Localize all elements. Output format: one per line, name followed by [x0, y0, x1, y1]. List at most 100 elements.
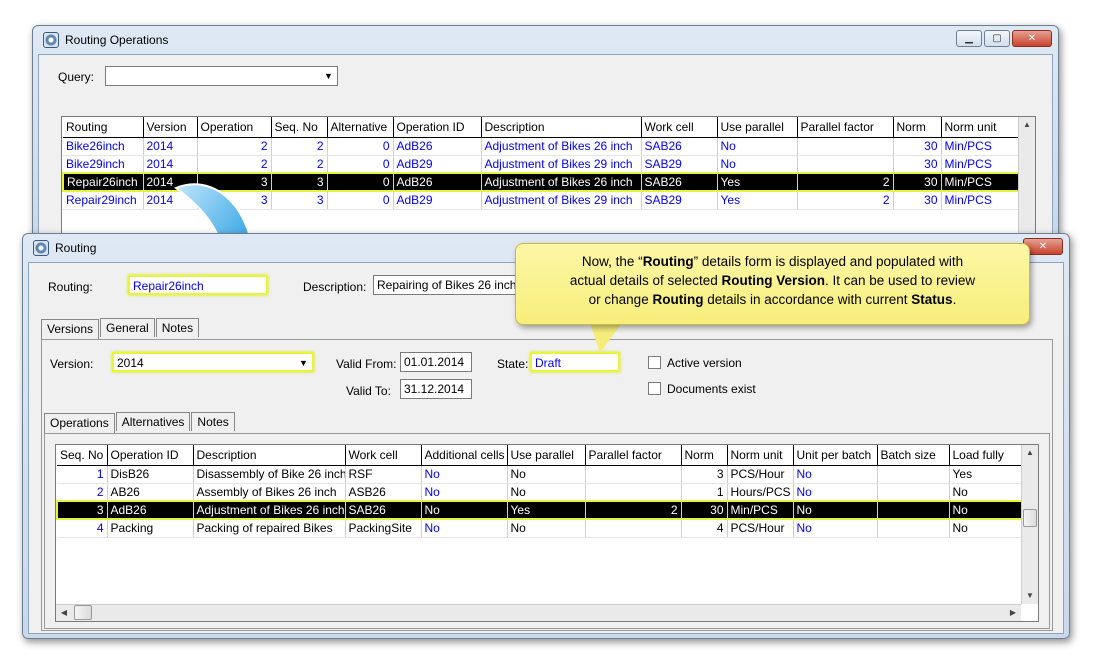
tab-notes[interactable]: Notes [155, 318, 200, 337]
routing-operations-titlebar: Routing Operations [43, 32, 168, 48]
scroll-thumb[interactable] [1023, 509, 1037, 527]
chevron-down-icon[interactable]: ▼ [321, 68, 336, 84]
tab-general[interactable]: General [100, 318, 155, 337]
column-header[interactable]: Work cell [345, 445, 422, 466]
tab-versions[interactable]: Versions [41, 319, 100, 340]
routing-operations-detail-grid[interactable]: Seq. No Operation ID Description Work ce… [55, 444, 1039, 622]
valid-to-value: 31.12.2014 [404, 382, 465, 396]
description-field[interactable]: Repairing of Bikes 26 inch [373, 275, 519, 295]
cell-alternative: 0 [327, 172, 394, 192]
gear-icon [33, 240, 49, 256]
cell-seq-no: 2 [271, 137, 328, 156]
column-header[interactable]: Unit per batch [793, 445, 878, 466]
column-header[interactable]: Norm unit [941, 117, 1022, 138]
query-select[interactable]: ▼ [105, 66, 338, 86]
cell-work-cell: RSF [345, 465, 422, 484]
cell-seq-no: 1 [57, 465, 108, 484]
cell-work-cell: SAB26 [641, 172, 718, 192]
cell-norm: 30 [893, 191, 942, 210]
scroll-left-icon[interactable]: ◀ [56, 605, 72, 621]
column-header[interactable]: Norm [681, 445, 728, 466]
column-header[interactable]: Operation ID [393, 117, 482, 138]
cell-use-parallel: No [507, 483, 586, 502]
column-header[interactable]: Parallel factor [585, 445, 682, 466]
table-row[interactable]: 1 DisB26 Disassembly of Bike 26 inch RSF… [57, 465, 1024, 484]
cell-norm: 30 [681, 500, 728, 520]
column-header[interactable]: Norm unit [727, 445, 794, 466]
documents-exist-checkbox[interactable] [648, 382, 661, 395]
cell-parallel-factor [585, 465, 682, 484]
cell-load-fully: No [949, 519, 1024, 538]
column-header[interactable]: Seq. No [57, 445, 108, 466]
cell-version: 2014 [143, 137, 198, 156]
cell-operation-id: AB26 [107, 483, 194, 502]
active-version-checkbox[interactable] [648, 356, 661, 369]
tab-operations[interactable]: Operations [44, 413, 115, 434]
column-header[interactable]: Seq. No [271, 117, 328, 138]
cell-operation-id: AdB26 [107, 500, 194, 520]
cell-description: Adjustment of Bikes 26 inch [193, 500, 346, 520]
valid-to-field[interactable]: 31.12.2014 [400, 379, 472, 399]
column-header[interactable]: Operation [197, 117, 272, 138]
column-header[interactable]: Additional cells [421, 445, 508, 466]
cell-norm: 30 [893, 155, 942, 174]
valid-from-label: Valid From: [336, 357, 397, 371]
table-row-selected[interactable]: 3 AdB26 Adjustment of Bikes 26 inch SAB2… [56, 500, 1024, 520]
cell-seq-no: 4 [57, 519, 108, 538]
cell-load-fully: No [949, 483, 1024, 502]
valid-from-field[interactable]: 01.01.2014 [400, 352, 472, 372]
cell-use-parallel: Yes [717, 172, 798, 192]
cell-operation-id: AdB29 [393, 155, 482, 174]
tab-version-notes[interactable]: Notes [191, 412, 235, 431]
vertical-scrollbar[interactable]: ▲ ▼ [1021, 445, 1038, 604]
column-header[interactable]: Routing [63, 117, 144, 138]
cell-work-cell: PackingSite [345, 519, 422, 538]
table-header-row: Seq. No Operation ID Description Work ce… [57, 445, 1024, 466]
column-header[interactable]: Alternative [327, 117, 394, 138]
cell-additional-cells: No [421, 519, 508, 538]
cell-routing: Repair29inch [63, 191, 144, 210]
chevron-down-icon[interactable]: ▼ [296, 355, 311, 369]
cell-description: Adjustment of Bikes 29 inch [481, 155, 642, 174]
cell-parallel-factor [585, 483, 682, 502]
cell-work-cell: SAB29 [641, 155, 718, 174]
column-header[interactable]: Version [143, 117, 198, 138]
column-header[interactable]: Use parallel [507, 445, 586, 466]
horizontal-scrollbar[interactable]: ◀ ▶ [56, 604, 1021, 621]
column-header[interactable]: Batch size [877, 445, 950, 466]
cell-description: Adjustment of Bikes 26 inch [481, 172, 642, 192]
column-header[interactable]: Load fully [949, 445, 1024, 466]
horizontal-scroll-thumb[interactable] [74, 605, 92, 620]
minimize-button[interactable]: ▁ [956, 30, 982, 47]
column-header[interactable]: Description [481, 117, 642, 138]
column-header[interactable]: Parallel factor [797, 117, 894, 138]
cell-operation-id: Packing [107, 519, 194, 538]
column-header[interactable]: Norm [893, 117, 942, 138]
version-select[interactable]: 2014 ▼ [112, 352, 314, 372]
cell-parallel-factor: 2 [585, 500, 682, 520]
callout-line-2: actual details of selected Routing Versi… [569, 273, 976, 288]
close-button[interactable]: ✕ [1012, 30, 1052, 47]
vertical-scrollbar[interactable]: ▲ [1018, 117, 1035, 239]
table-row[interactable]: 4 Packing Packing of repaired Bikes Pack… [57, 519, 1024, 538]
scroll-right-icon[interactable]: ▶ [1005, 605, 1021, 621]
column-header[interactable]: Description [193, 445, 346, 466]
column-header[interactable]: Work cell [641, 117, 718, 138]
valid-from-value: 01.01.2014 [404, 355, 465, 369]
column-header[interactable]: Use parallel [717, 117, 798, 138]
versions-panel: Version: 2014 ▼ Valid From: 01.01.2014 V… [41, 339, 1053, 631]
table-row[interactable]: 2 AB26 Assembly of Bikes 26 inch ASB26 N… [57, 483, 1024, 502]
cell-use-parallel: Yes [507, 500, 586, 520]
table-header-row: Routing Version Operation Seq. No Altern… [63, 117, 1022, 138]
state-field[interactable]: Draft [530, 352, 620, 372]
scroll-down-icon[interactable]: ▼ [1022, 588, 1038, 604]
table-row[interactable]: Bike26inch 2014 2 2 0 AdB26 Adjustment o… [63, 137, 1022, 156]
maximize-button[interactable]: ▢ [984, 30, 1010, 47]
scroll-up-icon[interactable]: ▲ [1019, 117, 1035, 133]
tab-alternatives[interactable]: Alternatives [115, 412, 191, 431]
cell-operation-id: AdB26 [393, 172, 482, 192]
column-header[interactable]: Operation ID [107, 445, 194, 466]
routing-field[interactable]: Repair26inch [128, 275, 268, 295]
version-label: Version: [50, 357, 94, 371]
scroll-up-icon[interactable]: ▲ [1022, 445, 1038, 461]
